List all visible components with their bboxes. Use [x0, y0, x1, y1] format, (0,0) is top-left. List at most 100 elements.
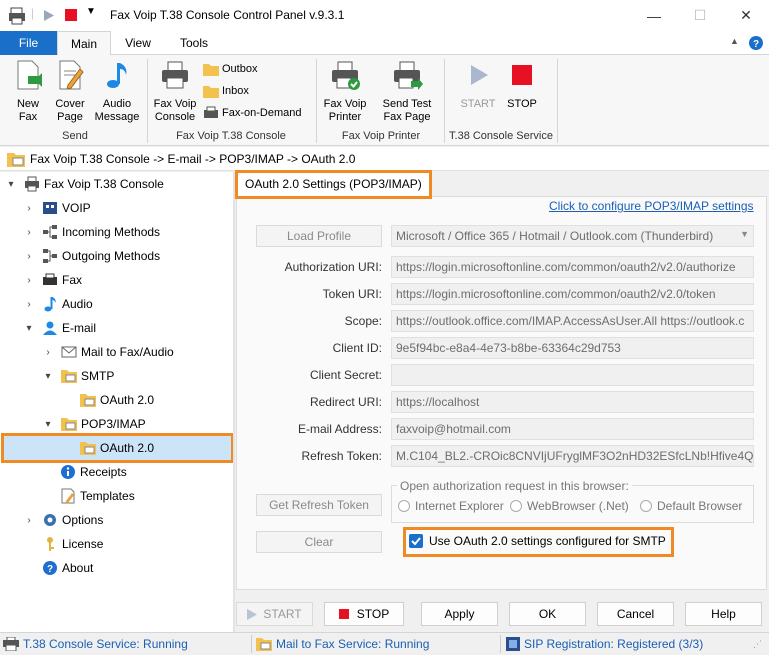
chevron-right-icon[interactable]: ›: [22, 251, 36, 262]
inbox-button[interactable]: Inbox: [203, 84, 249, 98]
send-test-fax-page-button[interactable]: Send Test Fax Page: [379, 59, 435, 124]
service-start-button[interactable]: START: [458, 59, 498, 111]
apply-button[interactable]: Apply: [421, 602, 498, 626]
tree-label: Options: [62, 513, 104, 527]
radio-default-browser[interactable]: Default Browser: [640, 499, 742, 513]
authorization-uri-field[interactable]: https://login.microsoftonline.com/common…: [391, 256, 754, 278]
cancel-button[interactable]: Cancel: [597, 602, 674, 626]
sip-icon: [506, 637, 520, 651]
cover-page-label: Cover Page: [55, 98, 85, 123]
client-secret-label: Client Secret:: [309, 368, 382, 382]
fax-voip-printer-button[interactable]: Fax Voip Printer: [321, 59, 369, 124]
title-bar: | ▼ Fax Voip T.38 Console Control Panel …: [0, 0, 769, 31]
client-secret-field[interactable]: [391, 364, 754, 386]
minimize-button[interactable]: —: [631, 0, 677, 31]
tree-item-templates[interactable]: Templates: [54, 484, 135, 508]
tab-view[interactable]: View: [114, 31, 162, 55]
tree-item-voip[interactable]: › VOIP: [22, 196, 90, 220]
service-stop-button[interactable]: STOP: [502, 59, 542, 111]
profile-select[interactable]: Microsoft / Office 365 / Hotmail / Outlo…: [391, 225, 754, 247]
tab-main[interactable]: Main: [57, 31, 111, 56]
chevron-right-icon[interactable]: ›: [22, 275, 36, 286]
audio-message-button[interactable]: Audio Message: [93, 59, 141, 124]
chevron-down-icon[interactable]: ▾: [22, 323, 36, 334]
footer-start-button[interactable]: START: [236, 602, 313, 626]
email-address-label: E-mail Address:: [297, 422, 382, 436]
tab-file[interactable]: File: [0, 31, 57, 55]
tree-item-smtp-oauth[interactable]: OAuth 2.0: [74, 388, 154, 412]
footer-stop-button[interactable]: STOP: [324, 602, 404, 626]
tree-item-receipts[interactable]: Receipts: [54, 460, 127, 484]
tree-item-pop3-oauth[interactable]: OAuth 2.0: [74, 436, 154, 460]
tree-item-fax[interactable]: › Fax: [22, 268, 82, 292]
client-id-field[interactable]: 9e5f94bc-e8a4-4e73-b8be-63364c29d753: [391, 337, 754, 359]
ribbon-tab-bar: File Main View Tools ▲ ?: [0, 31, 769, 56]
radio-webbrowser-net[interactable]: WebBrowser (.Net): [510, 499, 629, 513]
qat-dropdown-icon[interactable]: ▼: [86, 6, 96, 17]
help-button[interactable]: Help: [685, 602, 762, 626]
chevron-right-icon[interactable]: ›: [22, 227, 36, 238]
radio-internet-explorer[interactable]: Internet Explorer: [398, 499, 504, 513]
fax-voip-console-button[interactable]: Fax Voip Console: [151, 59, 199, 124]
tree-item-about[interactable]: ? About: [36, 556, 93, 580]
token-uri-field[interactable]: https://login.microsoftonline.com/common…: [391, 283, 754, 305]
tree-label: Fax: [62, 273, 83, 287]
tree-item-license[interactable]: License: [36, 532, 103, 556]
chevron-down-icon[interactable]: ▾: [41, 371, 55, 382]
app-printer-icon[interactable]: [8, 7, 26, 25]
play-icon[interactable]: [43, 9, 55, 22]
cover-page-button[interactable]: Cover Page: [50, 59, 90, 124]
get-refresh-token-button[interactable]: Get Refresh Token: [256, 494, 382, 516]
tree-label: Receipts: [80, 465, 127, 479]
scope-field[interactable]: https://outlook.office.com/IMAP.AccessAs…: [391, 310, 754, 332]
refresh-token-field[interactable]: M.C104_BL2.-CROic8CNVIjUFryglMF3O2nHD32E…: [391, 445, 754, 467]
stop-icon: [338, 609, 349, 619]
authorization-uri-label: Authorization URI:: [284, 260, 382, 274]
collapse-ribbon-icon[interactable]: ▲: [730, 36, 739, 46]
chevron-right-icon[interactable]: ›: [22, 515, 36, 526]
outbox-button[interactable]: Outbox: [203, 62, 257, 76]
mail-status[interactable]: Mail to Fax Service: Running: [256, 637, 429, 651]
stop-icon[interactable]: [65, 9, 77, 21]
new-fax-label: New Fax: [16, 98, 39, 123]
load-profile-button[interactable]: Load Profile: [256, 225, 382, 247]
tree-label: E-mail: [62, 321, 97, 335]
service-status[interactable]: T.38 Console Service: Running: [3, 637, 188, 651]
radio-label: WebBrowser (.Net): [527, 499, 629, 513]
redirect-uri-field[interactable]: https://localhost: [391, 391, 754, 413]
send-test-fax-page-label: Send Test Fax Page: [382, 98, 432, 123]
tree-item-smtp[interactable]: ▾ SMTP: [41, 364, 114, 388]
audio-message-label: Audio Message: [94, 98, 140, 123]
tree-item-email[interactable]: ▾ E-mail: [22, 316, 96, 340]
key-icon: [47, 537, 54, 551]
tree-root[interactable]: ▾ Fax Voip T.38 Console: [4, 172, 164, 196]
clear-button[interactable]: Clear: [256, 531, 382, 553]
tree-item-mail-to-fax[interactable]: › Mail to Fax/Audio: [41, 340, 173, 364]
close-button[interactable]: ✕: [723, 0, 769, 31]
maximize-button[interactable]: ☐: [677, 0, 723, 31]
tree-item-audio[interactable]: › Audio: [22, 292, 93, 316]
fax-on-demand-button[interactable]: Fax-on-Demand: [203, 106, 301, 120]
sip-status[interactable]: SIP Registration: Registered (3/3): [506, 637, 703, 651]
printer-check-icon: [332, 61, 360, 90]
resize-grip-icon[interactable]: ⋰: [753, 639, 762, 650]
mail-icon: [61, 346, 77, 358]
tree-item-options[interactable]: › Options: [22, 508, 103, 532]
email-address-field[interactable]: faxvoip@hotmail.com: [391, 418, 754, 440]
help-icon[interactable]: ?: [748, 35, 764, 51]
chevron-right-icon[interactable]: ›: [41, 347, 55, 358]
ok-button[interactable]: OK: [509, 602, 586, 626]
chevron-right-icon[interactable]: ›: [22, 299, 36, 310]
audio-note-icon: [44, 297, 56, 312]
use-smtp-oauth-checkbox[interactable]: Use OAuth 2.0 settings configured for SM…: [409, 534, 666, 548]
tree-label: Incoming Methods: [62, 225, 161, 239]
tree-label: OAuth 2.0: [100, 441, 155, 455]
chevron-down-icon[interactable]: ▾: [4, 179, 18, 190]
new-fax-button[interactable]: New Fax: [8, 59, 48, 124]
chevron-right-icon[interactable]: ›: [22, 203, 36, 214]
tab-tools[interactable]: Tools: [168, 31, 220, 55]
chevron-down-icon[interactable]: ▾: [41, 419, 55, 430]
configure-pop3-link[interactable]: Click to configure POP3/IMAP settings: [549, 199, 754, 213]
tree-item-incoming-methods[interactable]: › Incoming Methods: [22, 220, 160, 244]
tree-item-outgoing-methods[interactable]: › Outgoing Methods: [22, 244, 160, 268]
